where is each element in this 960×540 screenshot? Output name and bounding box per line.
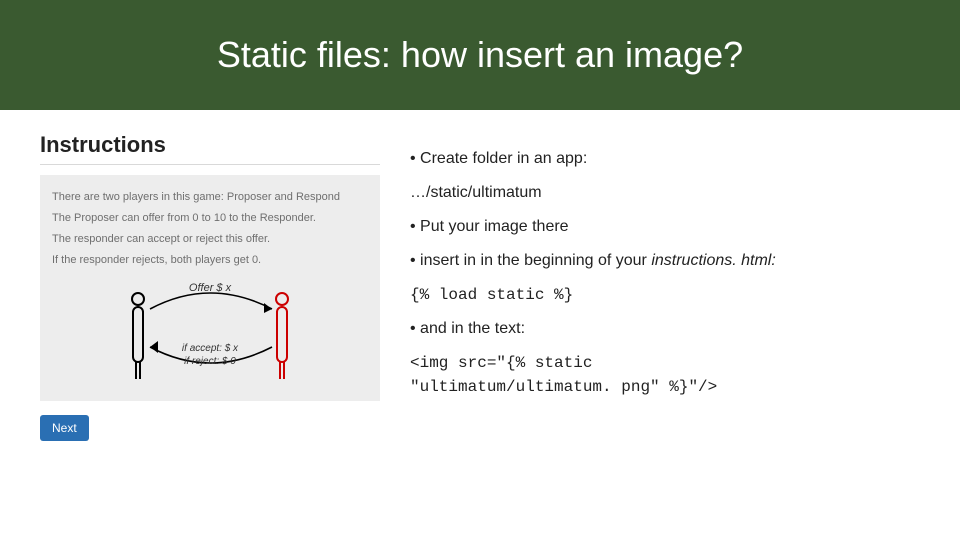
slide-header: Static files: how insert an image? <box>0 0 960 110</box>
code-load-static: {% load static %} <box>410 286 930 304</box>
slide-title: Static files: how insert an image? <box>217 34 743 76</box>
instruction-line: The Proposer can offer from 0 to 10 to t… <box>52 210 368 227</box>
instruction-line: If the responder rejects, both players g… <box>52 252 368 269</box>
static-path: …/static/ultimatum <box>410 184 930 202</box>
right-panel: Create folder in an app: …/static/ultima… <box>380 110 960 540</box>
next-button[interactable]: Next <box>40 415 89 441</box>
bullet-and-in-text: and in the text: <box>410 320 930 338</box>
bullet-create-folder: Create folder in an app: <box>410 150 930 168</box>
divider <box>40 164 380 165</box>
bullet-insert-prefix: insert in in the beginning of your <box>420 252 651 269</box>
bullet-put-image: Put your image there <box>410 218 930 236</box>
instruction-line: The responder can accept or reject this … <box>52 231 368 248</box>
bullet-insert-beginning: insert in in the beginning of your instr… <box>410 252 930 270</box>
slide-body: Instructions There are two players in th… <box>0 110 960 540</box>
instructions-box: There are two players in this game: Prop… <box>40 175 380 401</box>
bullet-insert-filename: instructions. html: <box>651 252 775 269</box>
ultimatum-diagram: Offer $ x if accept: $ x if reject: $ 0 <box>52 279 368 389</box>
left-panel: Instructions There are two players in th… <box>0 110 380 540</box>
instruction-line: There are two players in this game: Prop… <box>52 189 368 206</box>
code-img-src-line1: <img src="{% static <box>410 354 930 372</box>
diagram-offer-label: Offer $ x <box>189 282 232 294</box>
instructions-heading: Instructions <box>40 132 380 158</box>
code-img-src-line2: "ultimatum/ultimatum. png" %}"/> <box>410 378 930 396</box>
diagram-reject-label: if reject: $ 0 <box>184 356 236 367</box>
diagram-accept-label: if accept: $ x <box>182 343 239 354</box>
